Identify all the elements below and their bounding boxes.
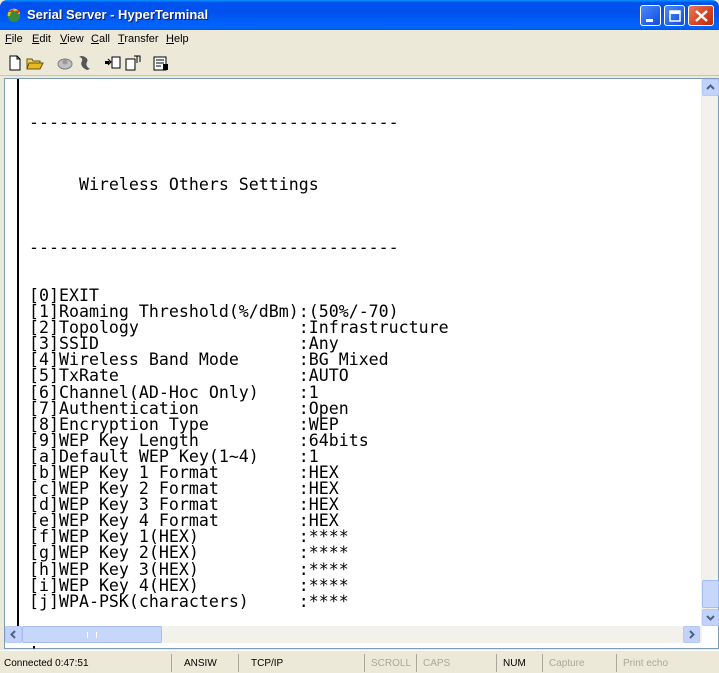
scroll-grip <box>87 632 97 638</box>
scroll-left-button[interactable] <box>5 626 22 643</box>
menu-view[interactable]: View <box>60 33 84 45</box>
menu-bar: File Edit View Call Transfer Help <box>0 30 719 50</box>
menu-option: [j]WPA-PSK(characters) :**** <box>29 591 699 611</box>
menu-transfer-rest: ransfer <box>124 33 159 45</box>
scroll-down-button[interactable] <box>702 609 719 626</box>
toolbar <box>0 50 719 76</box>
send-icon[interactable] <box>104 54 122 72</box>
close-button[interactable] <box>688 5 714 26</box>
menu-option: [4]Wireless Band Mode:BG Mixed <box>29 351 699 368</box>
menu-call[interactable]: Call <box>91 33 110 45</box>
chevron-up-icon <box>706 84 715 90</box>
vertical-scroll-thumb[interactable] <box>702 580 719 608</box>
minimize-button[interactable] <box>640 5 661 26</box>
title-bar[interactable]: Serial Server - HyperTerminal <box>0 0 719 30</box>
status-num: NUM <box>496 654 542 672</box>
menu-file-accel: F <box>5 33 12 45</box>
status-connected: Connected 0:47:51 <box>4 658 89 669</box>
options-list: [0]EXIT [1]Roaming Threshold(%/dBm):(50%/… <box>29 287 699 611</box>
terminal-screen[interactable]: ------------------------------------- Wi… <box>29 83 699 657</box>
settings-title: Wireless Others Settings <box>29 175 319 195</box>
menu-help[interactable]: Help <box>166 33 189 45</box>
menu-help-rest: elp <box>173 33 189 45</box>
status-bar: Connected 0:47:51 ANSIW TCP/IP SCROLL CA… <box>0 650 719 673</box>
open-icon[interactable] <box>26 54 44 72</box>
menu-edit-rest: dit <box>39 33 51 45</box>
chevron-right-icon <box>689 630 695 639</box>
menu-transfer[interactable]: Transfer <box>118 33 159 45</box>
horizontal-scroll-thumb[interactable] <box>22 626 162 643</box>
separator-line: ------------------------------------- <box>29 237 399 257</box>
window-title: Serial Server - HyperTerminal <box>27 7 209 22</box>
status-scroll: SCROLL <box>364 654 416 672</box>
receive-icon[interactable] <box>124 54 142 72</box>
menu-option: [2]Topology:Infrastructure <box>29 319 699 336</box>
gutter-line <box>17 79 19 626</box>
status-emulation: ANSIW <box>171 654 238 672</box>
hyperterminal-icon <box>7 8 21 22</box>
terminal-gutter <box>5 79 23 626</box>
new-icon[interactable] <box>6 54 24 72</box>
menu-edit[interactable]: Edit <box>32 33 51 45</box>
properties-icon[interactable] <box>152 54 170 72</box>
maximize-button[interactable] <box>664 5 685 26</box>
status-print-echo: Print echo <box>616 654 719 672</box>
menu-file[interactable]: File <box>5 33 23 45</box>
menu-help-accel: H <box>166 33 174 45</box>
option-key: [j] <box>29 591 59 611</box>
scroll-up-button[interactable] <box>702 79 719 96</box>
menu-call-accel: C <box>91 33 99 45</box>
menu-call-rest: all <box>98 33 110 45</box>
chevron-left-icon <box>10 630 16 639</box>
terminal-window[interactable]: ------------------------------------- Wi… <box>4 78 719 658</box>
vertical-scrollbar[interactable] <box>701 79 719 626</box>
horizontal-scrollbar[interactable] <box>5 626 702 643</box>
disconnect-icon[interactable] <box>56 54 74 72</box>
option-label: WPA-PSK(characters) <box>58 591 249 611</box>
menu-file-rest: ile <box>11 33 23 45</box>
chevron-down-icon <box>706 615 715 621</box>
close-icon <box>695 10 708 22</box>
maximize-icon <box>669 10 681 22</box>
status-capture: Capture <box>542 654 604 672</box>
status-caps: CAPS <box>416 654 456 672</box>
option-value: :**** <box>298 591 349 611</box>
status-port: TCP/IP <box>238 654 335 672</box>
menu-view-rest: iew <box>67 33 84 45</box>
separator-line: ------------------------------------- <box>29 113 399 133</box>
minimize-icon <box>646 19 653 22</box>
scroll-right-button[interactable] <box>683 626 700 643</box>
dial-icon[interactable] <box>76 54 94 72</box>
